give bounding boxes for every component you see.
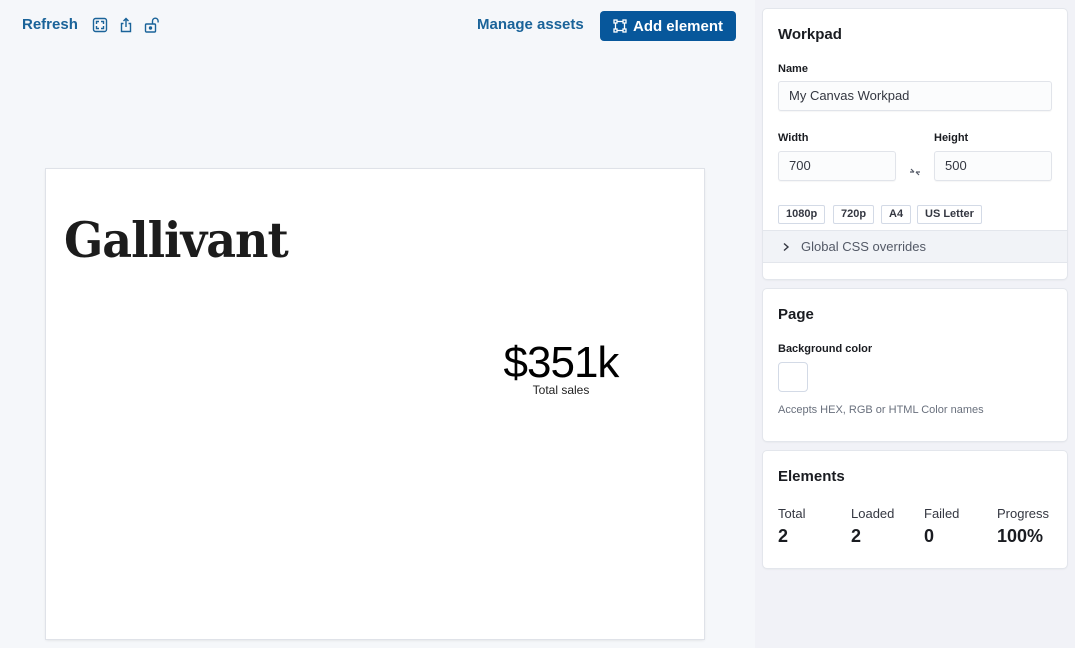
preset-720p-button[interactable]: 720p (833, 205, 875, 224)
preset-1080p-button[interactable]: 1080p (778, 205, 826, 224)
elements-title: Elements (778, 468, 845, 485)
stat-progress-label: Progress (997, 506, 1050, 521)
background-color-label: Background color (778, 343, 873, 355)
preset-a4-button[interactable]: A4 (881, 205, 912, 224)
toolbar: Refresh Manage assets Add element (0, 0, 755, 52)
stat-total: Total 2 (778, 506, 805, 547)
background-color-swatch[interactable] (778, 362, 808, 392)
stat-failed-value: 0 (924, 526, 935, 546)
unlock-icon[interactable] (144, 17, 160, 33)
background-color-help: Accepts HEX, RGB or HTML Color names (778, 404, 984, 416)
global-css-overrides-accordion[interactable]: Global CSS overrides (763, 230, 1067, 263)
stat-failed: Failed 0 (924, 506, 959, 547)
preset-us-letter-button[interactable]: US Letter (917, 205, 982, 224)
link-dimensions-icon[interactable] (908, 165, 922, 179)
stat-failed-label: Failed (924, 506, 960, 521)
workspace: Refresh Manage assets Add element Galliv… (0, 0, 755, 648)
refresh-link[interactable]: Refresh (22, 16, 78, 33)
height-label: Height (934, 132, 969, 144)
global-css-overrides-label: Global CSS overrides (801, 239, 926, 254)
stat-loaded-label: Loaded (851, 506, 895, 521)
page-panel: Page Background color Accepts HEX, RGB o… (763, 289, 1067, 441)
workpad-panel: Workpad Name My Canvas Workpad Width 700… (763, 9, 1067, 279)
stat-total-label: Total (778, 506, 806, 521)
width-label: Width (778, 132, 809, 144)
page-title: Page (778, 306, 814, 323)
name-label: Name (778, 63, 808, 75)
gallivant-logo[interactable]: Gallivant (64, 212, 289, 269)
canvas-page[interactable]: Gallivant $351k Total sales (46, 169, 704, 639)
chevron-right-icon (783, 242, 790, 251)
stat-loaded: Loaded 2 (851, 506, 894, 547)
stat-progress: Progress 100% (997, 506, 1049, 547)
workpad-title: Workpad (778, 26, 842, 43)
name-input[interactable]: My Canvas Workpad (778, 81, 1052, 111)
stat-progress-value: 100% (997, 526, 1044, 546)
share-icon[interactable] (118, 17, 134, 33)
elements-panel: Elements Total 2 Loaded 2 Failed 0 Progr… (763, 451, 1067, 568)
stat-loaded-value: 2 (851, 526, 862, 546)
add-element-icon (613, 19, 627, 33)
width-input[interactable]: 700 (778, 151, 896, 181)
stat-total-value: 2 (778, 526, 789, 546)
metric-value: $351k (503, 338, 620, 387)
height-input[interactable]: 500 (934, 151, 1052, 181)
sidebar: Workpad Name My Canvas Workpad Width 700… (755, 0, 1075, 648)
fullscreen-icon[interactable] (92, 17, 108, 33)
add-element-label: Add element (632, 17, 723, 35)
metric-element[interactable]: $351k Total sales (486, 338, 636, 398)
manage-assets-link[interactable]: Manage assets (477, 16, 584, 33)
add-element-button[interactable]: Add element (600, 11, 736, 41)
